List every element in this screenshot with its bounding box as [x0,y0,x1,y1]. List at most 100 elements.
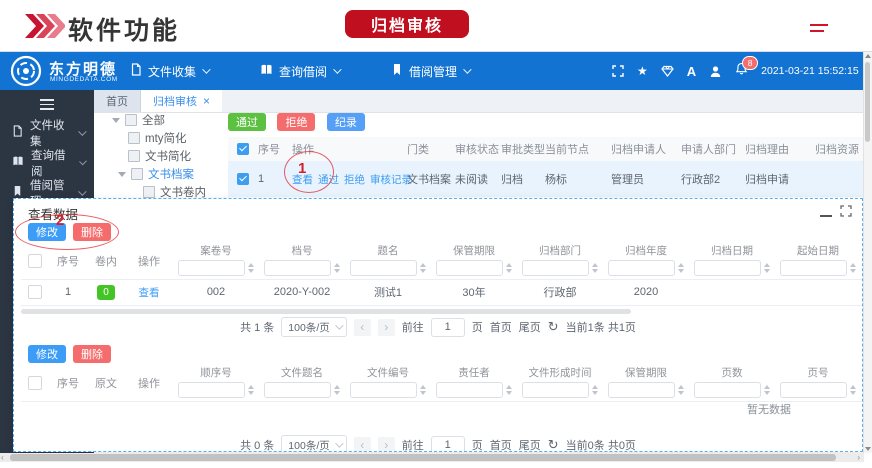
scroll-right-icon[interactable]: › [857,453,860,462]
filter-input[interactable] [178,382,245,398]
next-page-button[interactable]: › [378,437,395,453]
gem-icon[interactable] [661,64,674,78]
sort-carets-icon[interactable] [506,385,512,395]
sort-carets-icon[interactable] [850,385,856,395]
next-page-button[interactable]: › [378,319,395,336]
filter-input[interactable] [780,382,847,398]
filter-input[interactable] [264,382,331,398]
first-page-link[interactable]: 首页 [490,437,512,452]
star-icon[interactable]: ★ [637,64,648,78]
scroll-left-icon[interactable]: ‹ [1,453,4,462]
row-checkbox[interactable] [28,285,42,299]
prev-page-button[interactable]: ‹ [354,319,371,336]
filter-input[interactable] [608,260,675,276]
sort-carets-icon[interactable] [420,263,426,273]
refresh-icon[interactable]: ↻ [548,319,559,335]
record-button[interactable]: 纪录 [327,113,365,131]
sort-carets-icon[interactable] [678,385,684,395]
select-all-checkbox[interactable] [28,254,42,268]
page-number-input[interactable] [431,318,465,337]
collapse-menu-icon[interactable] [40,99,54,110]
first-page-link[interactable]: 首页 [490,319,512,335]
menu-borrow-manage[interactable]: 借阅管理 [391,63,469,80]
vertical-scroll-thumb[interactable] [865,62,870,142]
volume-table-row[interactable]: 1 0 查看 002 2020-Y-002 测试1 30年 行政部 2020 [21,279,862,306]
tree-node-mty[interactable]: mty简化 [128,130,187,146]
minimize-icon[interactable] [820,215,832,217]
tree-checkbox[interactable] [128,150,140,162]
maximize-icon[interactable] [840,204,852,222]
reject-button[interactable]: 拒绝 [277,113,315,131]
refresh-icon[interactable]: ↻ [548,437,559,452]
select-all-checkbox[interactable] [237,143,249,155]
delete-button[interactable]: 删除 [73,223,111,241]
filter-input[interactable] [608,382,675,398]
tree-checkbox[interactable] [131,168,143,180]
tree-node-wenshu-jianhua[interactable]: 文书简化 [128,148,191,164]
sort-carets-icon[interactable] [678,263,684,273]
tab-archive-review[interactable]: 归档审核 × [141,90,222,112]
page-vertical-scrollbar[interactable] [863,52,872,453]
fullscreen-icon[interactable] [612,64,624,78]
tree-checkbox[interactable] [143,186,155,198]
sort-carets-icon[interactable] [592,385,598,395]
edit-button[interactable]: 修改 [28,345,66,363]
close-icon[interactable]: × [203,96,210,106]
user-icon[interactable] [709,64,722,78]
notifications-bell-icon[interactable]: 8 [735,62,748,80]
sort-carets-icon[interactable] [334,263,340,273]
font-size-icon[interactable]: A [687,64,696,78]
sort-carets-icon[interactable] [420,385,426,395]
page-size-select[interactable]: 100条/页 [281,317,346,337]
filter-input[interactable] [350,260,417,276]
tree-checkbox[interactable] [128,132,140,144]
banner-menu-icon[interactable] [810,24,828,36]
prev-page-button[interactable]: ‹ [354,437,371,453]
audit-log-link[interactable]: 审核记录 [370,172,412,187]
sort-carets-icon[interactable] [248,385,254,395]
audit-table-row[interactable]: 1 查看 通过 拒绝 审核记录 文书档案 未阅读 归档 杨标 管理员 行政部2 … [228,161,864,197]
tree-node-root[interactable]: 全部 [112,112,165,128]
filter-input[interactable] [436,260,503,276]
sidebar-item-file-collect[interactable]: 文件收集 [0,118,94,148]
filter-input[interactable] [350,382,417,398]
tree-node-wenshu-dangan[interactable]: 文书档案 [118,166,194,182]
filter-input[interactable] [694,382,761,398]
filter-input[interactable] [694,260,761,276]
delete-button[interactable]: 删除 [73,345,111,363]
sort-carets-icon[interactable] [248,263,254,273]
filter-input[interactable] [436,382,503,398]
page-size-select[interactable]: 100条/页 [281,435,346,452]
page-number-input[interactable] [431,436,465,453]
scroll-up-icon[interactable] [865,54,871,58]
expand-caret-icon[interactable] [112,118,120,123]
filter-input[interactable] [780,260,847,276]
filter-input[interactable] [264,260,331,276]
view-link[interactable]: 查看 [139,285,160,300]
sort-carets-icon[interactable] [764,263,770,273]
edit-button[interactable]: 修改 [28,223,66,241]
menu-file-collect[interactable]: 文件收集 [130,63,208,80]
filter-input[interactable] [522,382,589,398]
row-checkbox[interactable] [237,173,249,185]
scroll-down-icon[interactable] [865,447,871,451]
sort-carets-icon[interactable] [592,263,598,273]
table-horizontal-scrollbar[interactable] [21,309,631,314]
select-all-checkbox[interactable] [28,376,42,390]
sort-carets-icon[interactable] [764,385,770,395]
tab-home[interactable]: 首页 [94,90,141,112]
page-horizontal-scrollbar[interactable]: ‹ › [0,453,864,462]
filter-input[interactable] [522,260,589,276]
sidebar-item-query-borrow[interactable]: 查询借阅 [0,148,94,178]
sort-carets-icon[interactable] [850,263,856,273]
pass-link[interactable]: 通过 [318,172,339,187]
last-page-link[interactable]: 尾页 [519,319,541,335]
reject-link[interactable]: 拒绝 [344,172,365,187]
tree-checkbox[interactable] [125,114,137,126]
sort-carets-icon[interactable] [334,385,340,395]
expand-caret-icon[interactable] [118,172,126,177]
filter-input[interactable] [178,260,245,276]
last-page-link[interactable]: 尾页 [519,437,541,452]
sort-carets-icon[interactable] [506,263,512,273]
horizontal-scroll-thumb[interactable] [10,454,836,461]
